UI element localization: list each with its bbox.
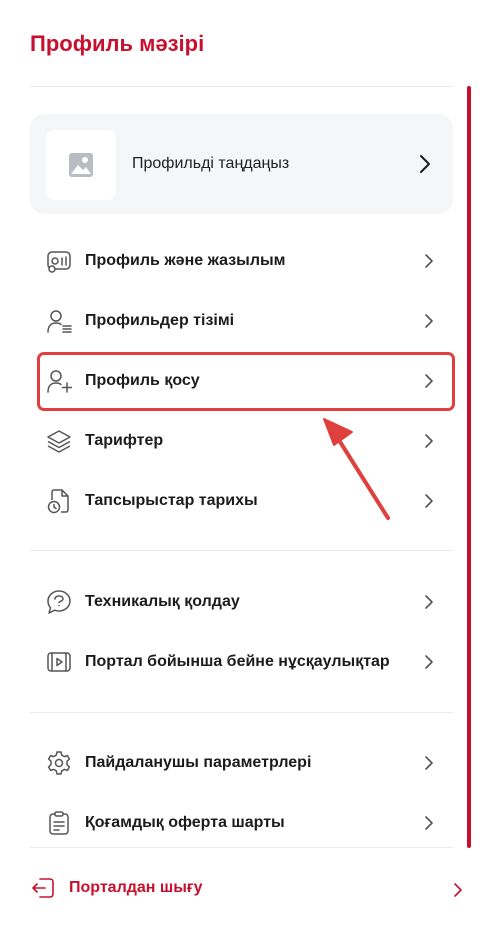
menu-item-label: Пайдаланушы параметрлері — [85, 754, 312, 771]
menu-item-order-history[interactable]: Тапсырыстар тарихы — [30, 471, 453, 531]
chevron-right-icon — [454, 883, 462, 897]
chevron-right-icon — [425, 655, 433, 669]
logout-label: Порталдан шығу — [69, 879, 203, 896]
menu-item-tariffs[interactable]: Тарифтер — [30, 411, 453, 471]
logout-button[interactable]: Порталдан шығу — [30, 860, 468, 916]
profile-thumbnail — [46, 130, 116, 200]
scrollbar[interactable] — [467, 86, 471, 848]
image-placeholder-icon — [69, 153, 93, 177]
menu-item-profile-list[interactable]: Профильдер тізімі — [30, 291, 453, 351]
chevron-right-icon — [425, 314, 433, 328]
divider — [30, 847, 453, 848]
select-profile-card[interactable]: Профильді таңдаңыз — [30, 114, 453, 214]
menu-item-label: Портал бойынша бейне нұсқаулықтар — [85, 653, 390, 670]
divider — [30, 550, 453, 551]
layers-icon — [47, 430, 71, 453]
logout-icon — [32, 878, 54, 898]
chevron-right-icon — [425, 756, 433, 770]
menu-item-label: Тапсырыстар тарихы — [85, 492, 258, 509]
menu-item-label: Профиль және жазылым — [85, 252, 286, 269]
user-list-icon — [47, 310, 72, 333]
chevron-right-icon — [425, 816, 433, 830]
menu-item-profile-subscription[interactable]: Профиль және жазылым — [30, 231, 453, 291]
divider — [30, 86, 453, 87]
video-guide-icon — [47, 652, 71, 672]
menu-item-label: Тарифтер — [85, 432, 164, 449]
menu-item-label: Профильдер тізімі — [85, 312, 235, 329]
menu-item-label: Техникалық қолдау — [85, 593, 240, 610]
chevron-right-icon — [420, 155, 430, 173]
highlight-box — [37, 352, 455, 411]
menu-item-video-guides[interactable]: Портал бойынша бейне нұсқаулықтар — [30, 632, 453, 692]
page-title: Профиль мәзірі — [30, 31, 205, 56]
menu-item-user-settings[interactable]: Пайдаланушы параметрлері — [30, 733, 453, 793]
menu-item-public-offer[interactable]: Қоғамдық оферта шарты — [30, 793, 453, 853]
divider — [30, 712, 453, 713]
support-chat-icon — [47, 590, 71, 614]
order-history-icon — [47, 489, 69, 514]
chevron-right-icon — [425, 254, 433, 268]
chevron-right-icon — [425, 494, 433, 508]
settings-gear-icon — [47, 751, 71, 775]
select-profile-label: Профильді таңдаңыз — [132, 155, 290, 172]
clipboard-document-icon — [49, 811, 69, 835]
subscription-card-icon — [47, 251, 71, 273]
chevron-right-icon — [425, 434, 433, 448]
menu-item-label: Қоғамдық оферта шарты — [85, 814, 285, 831]
chevron-right-icon — [425, 595, 433, 609]
menu-item-tech-support[interactable]: Техникалық қолдау — [30, 572, 453, 632]
